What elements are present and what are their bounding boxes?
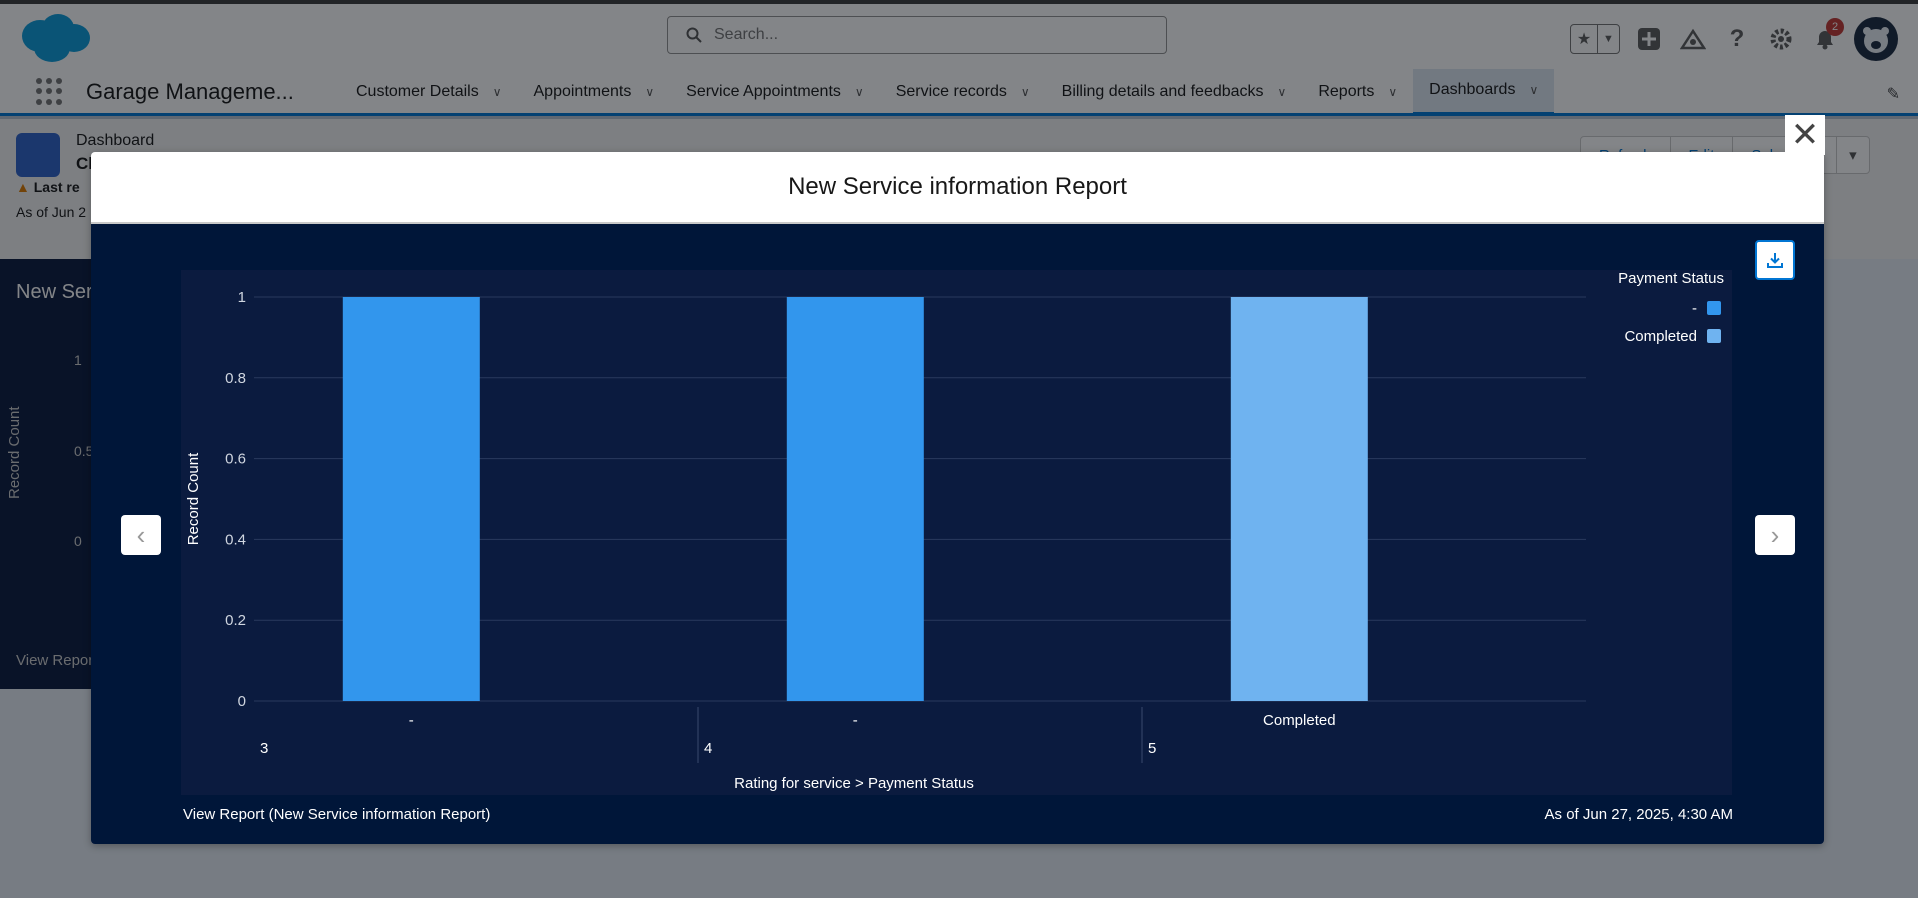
x-category-label: Completed (1263, 712, 1336, 729)
x-group-label: 3 (260, 740, 268, 757)
legend-swatch (1707, 329, 1721, 343)
y-tick-label: 0.8 (225, 370, 246, 387)
y-axis-label: Record Count (185, 452, 202, 545)
download-icon (1767, 253, 1783, 268)
y-tick-label: 0.6 (225, 451, 246, 468)
modal-title: New Service information Report (788, 173, 1127, 200)
bar (342, 297, 480, 701)
bar (786, 297, 924, 701)
chevron-right-icon: › (1770, 519, 1780, 550)
as-of-timestamp: As of Jun 27, 2025, 4:30 AM (1544, 806, 1733, 823)
y-tick-label: 0 (238, 693, 246, 710)
previous-chart-button[interactable]: ‹ (121, 515, 161, 555)
x-category-label: - (409, 712, 414, 729)
modal-header: New Service information Report (91, 152, 1824, 224)
x-group-label: 4 (704, 740, 712, 757)
bar (1230, 297, 1368, 701)
y-tick-label: 0.2 (225, 612, 246, 629)
legend-label: - (1692, 300, 1697, 317)
legend-label: Completed (1624, 328, 1697, 345)
chart-area: 0 0.2 0.4 0.6 0.8 1 Record Count - 3 - 4 Completed 5… (181, 270, 1732, 795)
x-axis-label: Rating for service > Payment Status (734, 775, 974, 792)
download-button[interactable] (1755, 240, 1795, 280)
view-report-link[interactable]: View Report (New Service information Rep… (183, 806, 490, 823)
bar-chart: 0 0.2 0.4 0.6 0.8 1 Record Count - 3 - 4 Completed 5… (185, 270, 1724, 792)
x-group-label: 5 (1148, 740, 1156, 757)
legend-swatch (1707, 301, 1721, 315)
close-icon[interactable]: ✕ (1785, 115, 1825, 155)
y-tick-label: 1 (238, 289, 246, 306)
y-tick-label: 0.4 (225, 531, 246, 548)
legend-title: Payment Status (1618, 270, 1724, 287)
next-chart-button[interactable]: › (1755, 515, 1795, 555)
chevron-left-icon: ‹ (136, 519, 146, 550)
x-category-label: - (853, 712, 858, 729)
